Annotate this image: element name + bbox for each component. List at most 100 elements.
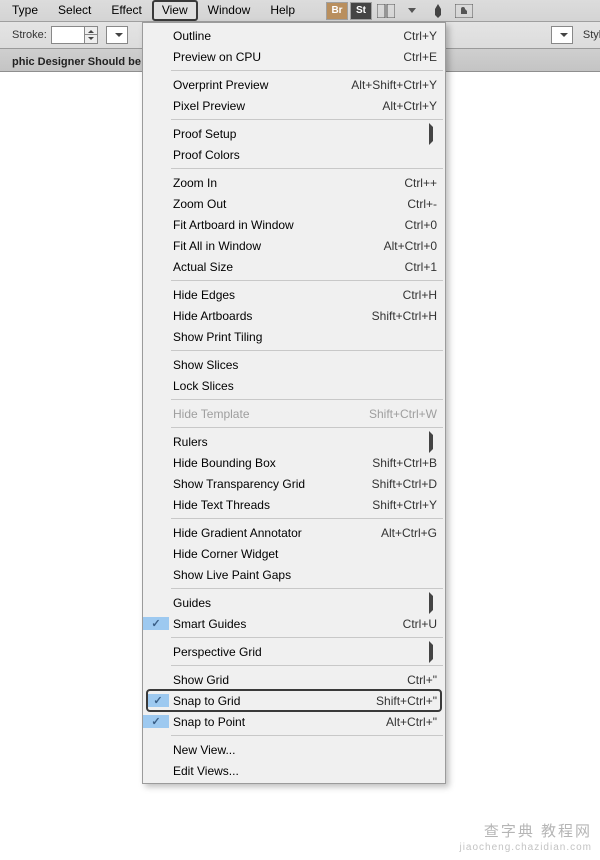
menu-item-label: Snap to Grid bbox=[169, 694, 366, 708]
menu-item-edit-views[interactable]: Edit Views... bbox=[143, 760, 445, 781]
menu-item-snap-to-point[interactable]: Snap to PointAlt+Ctrl+" bbox=[143, 711, 445, 732]
menu-item-hide-gradient-annotator[interactable]: Hide Gradient AnnotatorAlt+Ctrl+G bbox=[143, 522, 445, 543]
submenu-arrow-icon bbox=[423, 645, 437, 659]
submenu-arrow-icon bbox=[423, 435, 437, 449]
menu-separator bbox=[171, 399, 443, 400]
menu-item-hide-edges[interactable]: Hide EdgesCtrl+H bbox=[143, 284, 445, 305]
menu-item-hide-template: Hide TemplateShift+Ctrl+W bbox=[143, 403, 445, 424]
menu-item-guides[interactable]: Guides bbox=[143, 592, 445, 613]
menu-item-smart-guides[interactable]: Smart GuidesCtrl+U bbox=[143, 613, 445, 634]
menu-separator bbox=[171, 665, 443, 666]
menu-item-pixel-preview[interactable]: Pixel PreviewAlt+Ctrl+Y bbox=[143, 95, 445, 116]
menu-item-perspective-grid[interactable]: Perspective Grid bbox=[143, 641, 445, 662]
menu-window[interactable]: Window bbox=[198, 0, 261, 21]
menu-item-proof-setup[interactable]: Proof Setup bbox=[143, 123, 445, 144]
menu-item-label: Pixel Preview bbox=[169, 99, 372, 113]
submenu-arrow-icon bbox=[423, 596, 437, 610]
menu-effect[interactable]: Effect bbox=[101, 0, 151, 21]
menu-item-show-grid[interactable]: Show GridCtrl+" bbox=[143, 669, 445, 690]
menu-item-hide-text-threads[interactable]: Hide Text ThreadsShift+Ctrl+Y bbox=[143, 494, 445, 515]
stroke-profile-select[interactable] bbox=[106, 26, 128, 44]
menu-item-label: Hide Artboards bbox=[169, 309, 362, 323]
menu-item-label: Hide Bounding Box bbox=[169, 456, 362, 470]
menu-item-show-slices[interactable]: Show Slices bbox=[143, 354, 445, 375]
menu-separator bbox=[171, 518, 443, 519]
menu-item-hide-artboards[interactable]: Hide ArtboardsShift+Ctrl+H bbox=[143, 305, 445, 326]
menu-item-shortcut: Ctrl+0 bbox=[395, 218, 437, 232]
arrange-documents-icon[interactable] bbox=[375, 2, 397, 20]
menu-item-shortcut: Ctrl+" bbox=[397, 673, 437, 687]
menu-item-overprint-preview[interactable]: Overprint PreviewAlt+Shift+Ctrl+Y bbox=[143, 74, 445, 95]
brush-select[interactable] bbox=[551, 26, 573, 44]
menu-item-label: Guides bbox=[169, 596, 423, 610]
menu-item-zoom-in[interactable]: Zoom InCtrl++ bbox=[143, 172, 445, 193]
menu-item-fit-all-in-window[interactable]: Fit All in WindowAlt+Ctrl+0 bbox=[143, 235, 445, 256]
menu-item-preview-on-cpu[interactable]: Preview on CPUCtrl+E bbox=[143, 46, 445, 67]
menu-item-label: Show Print Tiling bbox=[169, 330, 437, 344]
gpu-rocket-icon[interactable] bbox=[427, 2, 449, 20]
menu-item-label: Hide Edges bbox=[169, 288, 393, 302]
stock-icon[interactable]: St bbox=[350, 2, 372, 20]
menu-view[interactable]: View bbox=[152, 0, 198, 21]
menu-separator bbox=[171, 588, 443, 589]
menu-item-label: Show Grid bbox=[169, 673, 397, 687]
menu-item-show-print-tiling[interactable]: Show Print Tiling bbox=[143, 326, 445, 347]
step-down-icon[interactable] bbox=[85, 35, 97, 43]
stroke-weight-input[interactable] bbox=[52, 29, 84, 41]
menu-item-proof-colors[interactable]: Proof Colors bbox=[143, 144, 445, 165]
menu-item-label: Lock Slices bbox=[169, 379, 437, 393]
menu-item-zoom-out[interactable]: Zoom OutCtrl+- bbox=[143, 193, 445, 214]
menu-separator bbox=[171, 280, 443, 281]
menu-item-show-transparency-grid[interactable]: Show Transparency GridShift+Ctrl+D bbox=[143, 473, 445, 494]
menu-item-label: Show Slices bbox=[169, 358, 437, 372]
menu-item-shortcut: Ctrl++ bbox=[394, 176, 437, 190]
menu-item-label: Hide Corner Widget bbox=[169, 547, 437, 561]
bridge-icon[interactable]: Br bbox=[326, 2, 348, 20]
menu-separator bbox=[171, 168, 443, 169]
menu-item-hide-corner-widget[interactable]: Hide Corner Widget bbox=[143, 543, 445, 564]
menu-item-label: Show Live Paint Gaps bbox=[169, 568, 437, 582]
watermark-line2: jiaocheng.chazidian.com bbox=[459, 842, 592, 855]
arrange-dropdown-icon[interactable] bbox=[401, 2, 423, 20]
menu-separator bbox=[171, 427, 443, 428]
check-icon bbox=[143, 617, 169, 630]
menu-item-label: Preview on CPU bbox=[169, 50, 393, 64]
menu-item-label: Zoom Out bbox=[169, 197, 397, 211]
menu-item-lock-slices[interactable]: Lock Slices bbox=[143, 375, 445, 396]
menu-item-shortcut: Ctrl+- bbox=[397, 197, 437, 211]
menu-item-shortcut: Shift+Ctrl+B bbox=[362, 456, 437, 470]
menu-item-label: Snap to Point bbox=[169, 715, 376, 729]
menu-item-label: Edit Views... bbox=[169, 764, 437, 778]
step-up-icon[interactable] bbox=[85, 27, 97, 35]
menu-separator bbox=[171, 70, 443, 71]
menu-item-label: Hide Template bbox=[169, 407, 359, 421]
menu-separator bbox=[171, 350, 443, 351]
menu-type[interactable]: Type bbox=[2, 0, 48, 21]
menu-item-label: Hide Gradient Annotator bbox=[169, 526, 371, 540]
menu-item-hide-bounding-box[interactable]: Hide Bounding BoxShift+Ctrl+B bbox=[143, 452, 445, 473]
check-icon bbox=[147, 694, 169, 707]
menu-select[interactable]: Select bbox=[48, 0, 101, 21]
menu-item-new-view[interactable]: New View... bbox=[143, 739, 445, 760]
view-menu-dropdown: OutlineCtrl+YPreview on CPUCtrl+E Overpri… bbox=[142, 22, 446, 784]
menu-item-shortcut: Shift+Ctrl+H bbox=[362, 309, 437, 323]
menu-item-shortcut: Ctrl+Y bbox=[393, 29, 437, 43]
menu-item-label: Smart Guides bbox=[169, 617, 393, 631]
menu-help[interactable]: Help bbox=[260, 0, 305, 21]
touch-icon[interactable] bbox=[453, 2, 475, 20]
menu-item-shortcut: Alt+Ctrl+Y bbox=[372, 99, 437, 113]
menu-item-label: Show Transparency Grid bbox=[169, 477, 362, 491]
submenu-arrow-icon bbox=[423, 127, 437, 141]
menu-item-label: Overprint Preview bbox=[169, 78, 341, 92]
menu-item-snap-to-grid[interactable]: Snap to GridShift+Ctrl+" bbox=[147, 690, 441, 711]
menu-item-shortcut: Ctrl+U bbox=[393, 617, 437, 631]
menu-item-label: Rulers bbox=[169, 435, 423, 449]
stroke-weight-field[interactable] bbox=[51, 26, 98, 44]
menu-item-show-live-paint-gaps[interactable]: Show Live Paint Gaps bbox=[143, 564, 445, 585]
menu-item-shortcut: Alt+Ctrl+G bbox=[371, 526, 437, 540]
menu-item-outline[interactable]: OutlineCtrl+Y bbox=[143, 25, 445, 46]
menu-item-actual-size[interactable]: Actual SizeCtrl+1 bbox=[143, 256, 445, 277]
menu-item-rulers[interactable]: Rulers bbox=[143, 431, 445, 452]
menubar: TypeSelectEffectViewWindowHelp Br St bbox=[0, 0, 600, 22]
menu-item-fit-artboard-in-window[interactable]: Fit Artboard in WindowCtrl+0 bbox=[143, 214, 445, 235]
